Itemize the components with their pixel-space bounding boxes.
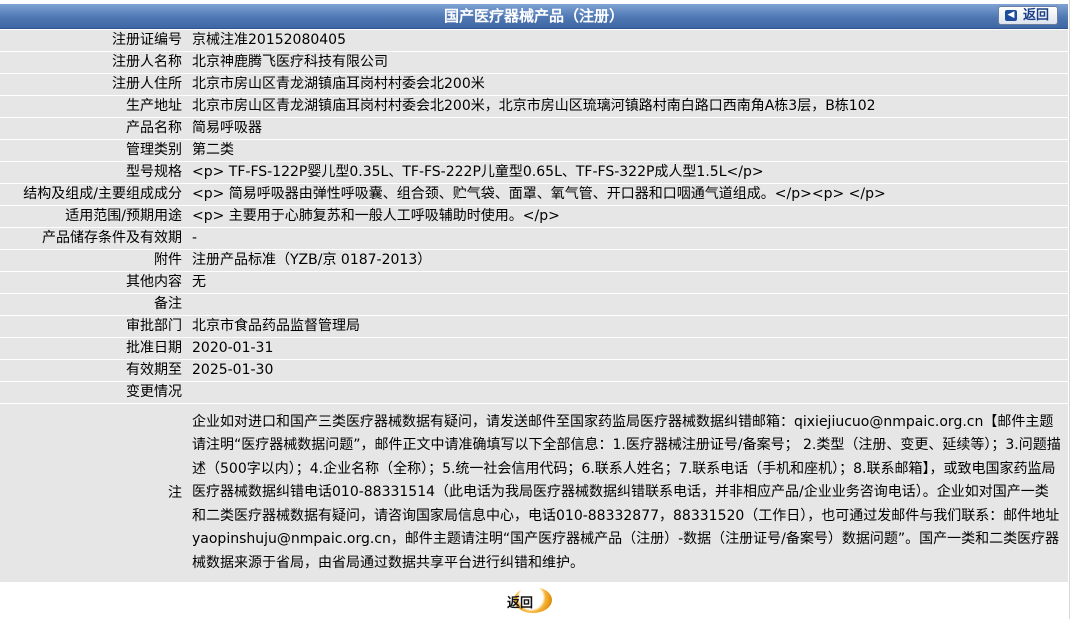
- table-row: 产品储存条件及有效期 -: [0, 228, 1068, 249]
- row-value: 北京市房山区青龙湖镇庙耳岗村村委会北200米，北京市房山区琉璃河镇路村南白路口西…: [192, 98, 876, 114]
- row-value: 北京神鹿腾飞医疗科技有限公司: [192, 54, 388, 70]
- table-row: 其他内容无: [0, 272, 1068, 293]
- row-value: 第二类: [192, 142, 234, 158]
- row-value: [186, 382, 192, 403]
- row-value: 2020-01-31: [192, 340, 274, 356]
- row-label: 注册人名称: [112, 54, 182, 70]
- table-row: 产品名称 简易呼吸器: [0, 118, 1068, 139]
- back-button-label: 返回: [1023, 8, 1050, 23]
- table-row: 批准日期 2020-01-31: [0, 338, 1068, 359]
- row-value: <p> 主要用于心肺复苏和一般人工呼吸辅助时使用。</p>: [192, 208, 560, 224]
- back-button-bottom[interactable]: 返回: [504, 586, 558, 616]
- table-row: 注册人住所 北京市房山区青龙湖镇庙耳岗村村委会北200米: [0, 74, 1068, 95]
- row-value: 无: [192, 274, 206, 290]
- row-value: 北京市食品药品监督管理局: [192, 318, 360, 334]
- row-label: 结构及组成/主要组成成分: [23, 186, 182, 202]
- row-label: 产品储存条件及有效期: [42, 230, 182, 246]
- row-label: 管理类别: [126, 142, 182, 158]
- row-label: 批准日期: [126, 340, 182, 356]
- note-label: 注: [168, 485, 182, 501]
- table-row: 审批部门 北京市食品药品监督管理局: [0, 316, 1068, 337]
- page-header: 国产医疗器械产品（注册） ◀ 返回: [0, 4, 1068, 29]
- row-value: -: [192, 230, 198, 246]
- note-text: 企业如对进口和国产三类医疗器械数据有疑问，请发送邮件至国家药监局医疗器械数据纠错…: [192, 413, 1061, 571]
- back-button-bottom-label: 返回: [507, 596, 534, 611]
- table-row: 变更情况: [0, 382, 1068, 403]
- row-value: <p> 简易呼吸器由弹性呼吸囊、组合颈、贮气袋、面罩、氧气管、开口器和口咽通气道…: [192, 186, 886, 202]
- row-value: <p> TF-FS-122P婴儿型0.35L、TF-FS-222P儿童型0.65…: [192, 164, 764, 180]
- table-row: 管理类别 第二类: [0, 140, 1068, 161]
- detail-table: 注册证编号 京械注准20152080405 注册人名称 北京神鹿腾飞医疗科技有限公司…: [0, 30, 1068, 583]
- row-value: 注册产品标准（YZB/京 0187-2013）: [192, 252, 432, 268]
- row-label: 适用范围/预期用途: [65, 208, 182, 224]
- table-row: 生产地址 北京市房山区青龙湖镇庙耳岗村村委会北200米，北京市房山区琉璃河镇路村南…: [0, 96, 1068, 117]
- table-row: 注册证编号 京械注准20152080405: [0, 30, 1068, 51]
- window-edge: [1069, 0, 1074, 619]
- arrow-left-icon: ◀: [1005, 10, 1017, 21]
- row-label: 备注: [154, 296, 182, 312]
- row-value: [186, 294, 192, 315]
- row-value: 北京市房山区青龙湖镇庙耳岗村村委会北200米: [192, 76, 485, 92]
- table-row: 备注: [0, 294, 1068, 315]
- back-button-top[interactable]: ◀ 返回: [998, 6, 1058, 25]
- row-label: 注册人住所: [112, 76, 182, 92]
- row-value: 京械注准20152080405: [192, 32, 346, 48]
- row-label: 生产地址: [126, 98, 182, 114]
- table-row: 附件 注册产品标准（YZB/京 0187-2013）: [0, 250, 1068, 271]
- row-label: 型号规格: [126, 164, 182, 180]
- table-row: 适用范围/预期用途 <p> 主要用于心肺复苏和一般人工呼吸辅助时使用。</p>: [0, 206, 1068, 227]
- row-label: 产品名称: [126, 120, 182, 136]
- row-value: 2025-01-30: [192, 362, 274, 378]
- row-label: 有效期至: [126, 362, 182, 378]
- row-label: 其他内容: [126, 274, 182, 290]
- table-row: 结构及组成/主要组成成分 <p> 简易呼吸器由弹性呼吸囊、组合颈、贮气袋、面罩、氧…: [0, 184, 1068, 205]
- row-value: 简易呼吸器: [192, 120, 262, 136]
- row-label: 附件: [154, 252, 182, 268]
- table-row: 注册人名称 北京神鹿腾飞医疗科技有限公司: [0, 52, 1068, 73]
- table-row: 型号规格 <p> TF-FS-122P婴儿型0.35L、TF-FS-222P儿童型…: [0, 162, 1068, 183]
- note-row: 注 企业如对进口和国产三类医疗器械数据有疑问，请发送邮件至国家药监局医疗器械数据…: [0, 404, 1068, 582]
- row-label: 变更情况: [126, 384, 182, 400]
- row-label: 注册证编号: [112, 32, 182, 48]
- row-label: 审批部门: [126, 318, 182, 334]
- page-title: 国产医疗器械产品（注册）: [443, 7, 624, 25]
- table-row: 有效期至 2025-01-30: [0, 360, 1068, 381]
